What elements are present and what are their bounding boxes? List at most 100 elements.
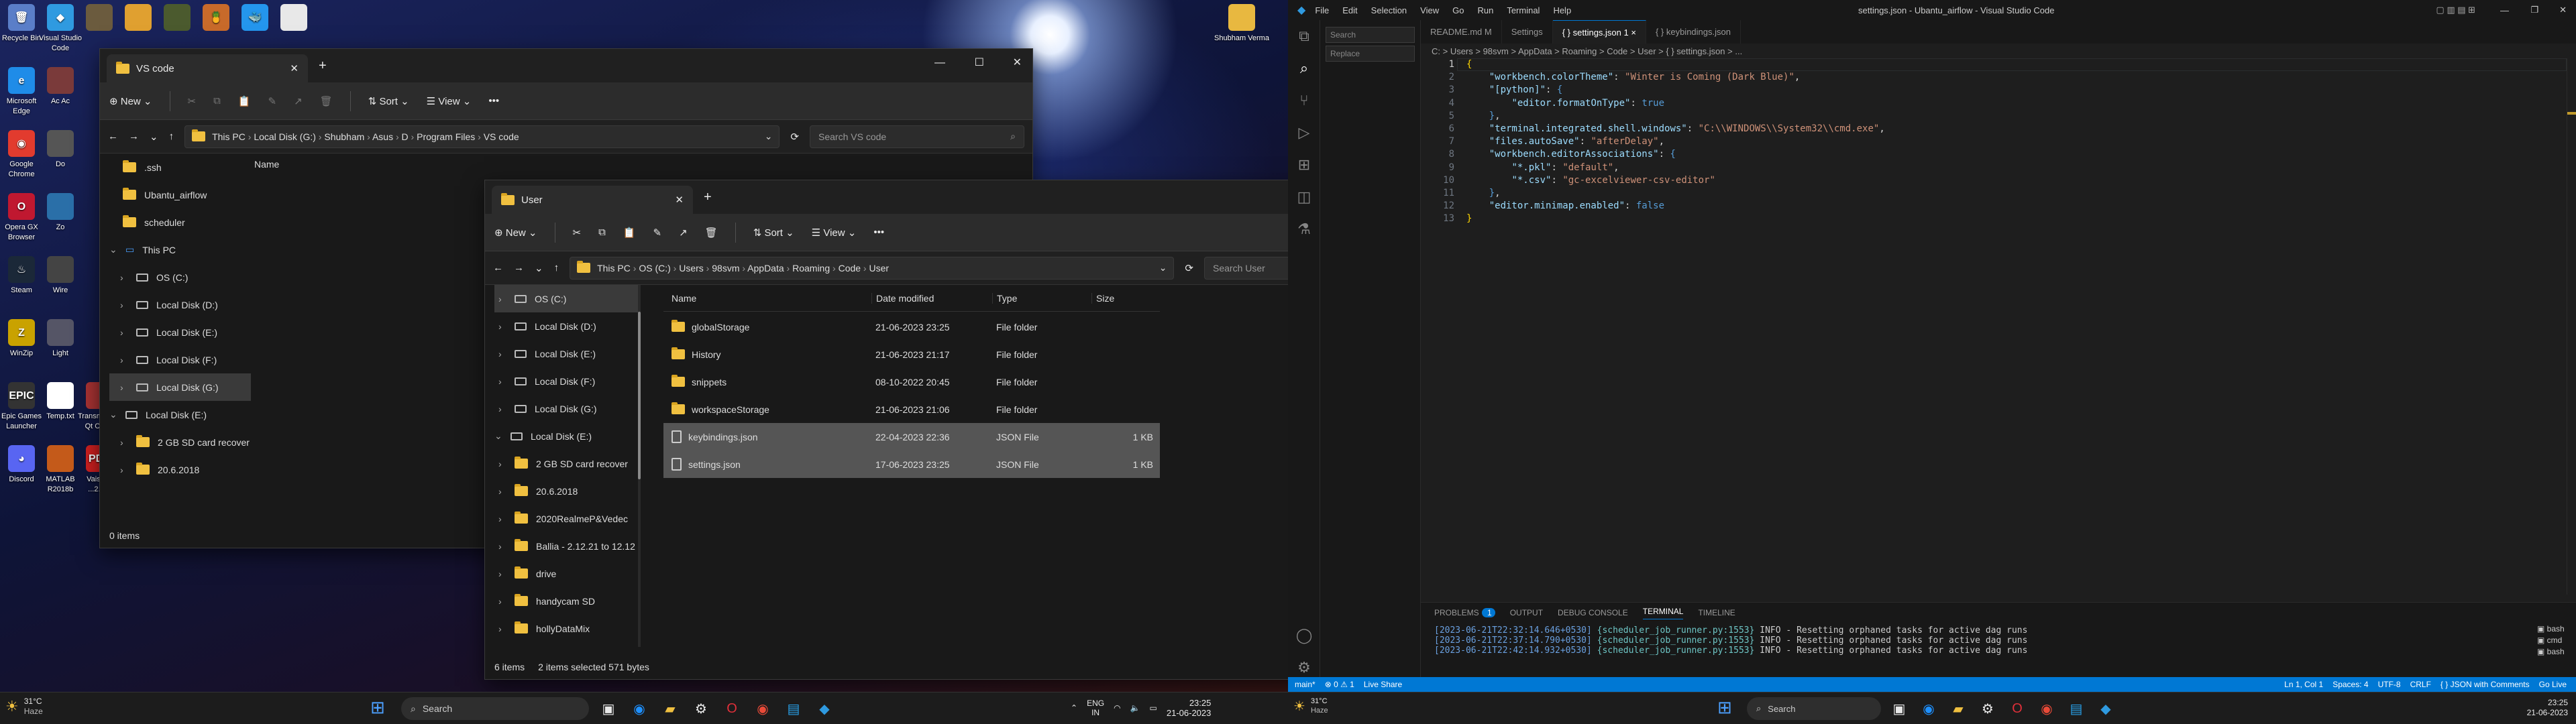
code-line[interactable]: "editor.minimap.enabled": false — [1466, 200, 1664, 213]
status-item[interactable]: Ln 1, Col 1 — [2284, 680, 2323, 689]
tray-overflow-icon[interactable]: ⌃ — [1071, 703, 1077, 713]
code-line[interactable]: "[python]": { — [1466, 84, 1563, 97]
restore-icon[interactable]: ❐ — [2530, 5, 2538, 15]
chevron-icon[interactable]: › — [498, 541, 506, 552]
desktop-icon[interactable]: Z WinZip — [0, 319, 43, 359]
column-size[interactable]: Size — [1091, 292, 1159, 304]
start-icon[interactable]: ⊞ — [370, 697, 385, 718]
search-input[interactable]: Search User⌕ — [1204, 256, 1288, 280]
chevron-icon[interactable]: › — [498, 514, 506, 524]
settings-icon[interactable]: ⚙ — [1976, 697, 1999, 720]
navigation-pane[interactable]: › OS (C:) › Local Disk (D:) › Local Disk (E:)… — [485, 285, 638, 647]
chevron-icon[interactable]: ⌄ — [109, 409, 117, 420]
nav-item[interactable]: › handycam SD — [494, 587, 638, 615]
chevron-icon[interactable]: › — [498, 623, 506, 634]
source-control-icon[interactable]: ⑂ — [1288, 84, 1320, 117]
nav-item[interactable]: › Local Disk (G:) — [109, 373, 251, 401]
terminal-instance[interactable]: ▣ bash — [2537, 624, 2575, 634]
breadcrumb-item[interactable]: VS code — [484, 131, 519, 142]
nav-item[interactable]: .ssh — [109, 154, 251, 181]
layout-icons[interactable]: ▢ ▥ ▤ ⊞ — [2436, 5, 2475, 15]
nav-item[interactable]: › Local Disk (E:) — [109, 318, 251, 346]
explorer-window-user[interactable]: User ✕ + — ☐ ✕ ⊕ New ⌄ ✂ ⧉ 📋 ✎ ↗ 🗑 ⇅ Sor… — [484, 180, 1288, 680]
desktop-icon[interactable]: ♨ Steam — [0, 256, 43, 296]
back-icon[interactable]: ← — [493, 262, 503, 274]
desktop-icon[interactable]: Shubham Verma — [1212, 4, 1272, 44]
status-item[interactable]: Go Live — [2539, 680, 2567, 689]
maximize-icon[interactable]: ☐ — [975, 56, 984, 69]
address-dropdown-icon[interactable]: ⌄ — [1159, 262, 1167, 274]
desktop-icon[interactable]: EPIC Epic Games Launcher — [0, 382, 43, 432]
desktop-icon[interactable]: Light — [39, 319, 82, 359]
chevron-icon[interactable]: › — [120, 300, 128, 310]
nav-item[interactable]: › drive — [494, 560, 638, 587]
desktop-icon[interactable] — [156, 4, 199, 34]
share-icon[interactable]: ↗ — [679, 227, 688, 239]
lang-code[interactable]: ENG — [1087, 699, 1104, 708]
desktop-icon[interactable]: 🗑 Recycle Bin — [0, 4, 43, 44]
tab-close-icon[interactable]: ✕ — [675, 194, 684, 206]
editor-scrollbar[interactable] — [2567, 58, 2576, 595]
delete-icon[interactable]: 🗑 — [705, 227, 718, 239]
task-view-icon[interactable]: ▣ — [597, 697, 620, 720]
delete-icon[interactable]: 🗑 — [320, 95, 333, 107]
chevron-icon[interactable]: › — [498, 596, 506, 607]
desktop-icon[interactable]: Temp.txt — [39, 382, 82, 422]
vscode-icon[interactable]: ◆ — [813, 697, 836, 720]
search-field[interactable]: Search — [1326, 27, 1415, 43]
chevron-icon[interactable]: › — [498, 459, 506, 469]
panel-tab[interactable]: PROBLEMS 1 — [1434, 608, 1495, 617]
breadcrumb-item[interactable]: Code — [839, 263, 861, 274]
desktop-icon[interactable]: e Microsoft Edge — [0, 67, 43, 117]
paste-icon[interactable]: 📋 — [623, 227, 636, 239]
chevron-icon[interactable]: › — [498, 376, 506, 387]
code-line[interactable]: "terminal.integrated.shell.windows": "C:… — [1466, 123, 1885, 135]
code-line[interactable]: "*.pkl": "default", — [1466, 162, 1619, 174]
chrome-profile-icon[interactable]: ◉ — [2035, 697, 2058, 720]
testing-icon[interactable]: ⚗ — [1288, 213, 1320, 245]
tab-close-icon[interactable]: ✕ — [290, 62, 299, 74]
copy-icon[interactable]: ⧉ — [598, 227, 606, 238]
breadcrumb-item[interactable]: Asus — [372, 131, 393, 142]
file-row[interactable]: settings.json 17-06-2023 23:25 JSON File 1 … — [663, 450, 1160, 478]
column-name[interactable]: Name — [254, 159, 279, 170]
more-icon[interactable]: ••• — [488, 95, 499, 107]
breadcrumb-item[interactable]: Roaming — [792, 263, 830, 274]
explorer-icon[interactable]: ⧉ — [1288, 20, 1320, 52]
refresh-icon[interactable]: ⟳ — [1185, 262, 1193, 274]
desktop-icon[interactable]: ◕ Discord — [0, 445, 43, 485]
panel-tab[interactable]: DEBUG CONSOLE — [1558, 608, 1628, 617]
chevron-icon[interactable]: › — [120, 272, 128, 283]
desktop-icon[interactable]: MATLAB R2018b — [39, 445, 82, 495]
code-line[interactable]: "*.csv": "gc-excelviewer-csv-editor" — [1466, 174, 1715, 187]
chevron-icon[interactable]: ⌄ — [109, 244, 117, 255]
panel-tab[interactable]: TERMINAL — [1642, 607, 1684, 619]
chevron-icon[interactable]: › — [498, 568, 506, 579]
cut-icon[interactable]: ✂ — [188, 95, 197, 107]
menu-item[interactable]: Edit — [1342, 5, 1357, 15]
nav-item[interactable]: › Local Disk (G:) — [494, 395, 638, 422]
nav-item[interactable]: scheduler — [109, 208, 251, 236]
nav-item[interactable]: ⌄ Local Disk (E:) — [109, 401, 251, 428]
weather-widget[interactable]: ☀ 31°C Haze — [5, 697, 43, 717]
column-type[interactable]: Type — [992, 292, 1091, 304]
breadcrumb-item[interactable]: D — [402, 131, 409, 142]
status-item[interactable]: { } JSON with Comments — [2440, 680, 2530, 689]
breadcrumb-item[interactable]: OS (C:) — [639, 263, 670, 274]
status-item[interactable]: main* — [1295, 680, 1316, 689]
code-line[interactable]: { — [1466, 58, 1472, 71]
file-row[interactable]: snippets 08-10-2022 20:45 File folder — [663, 368, 1160, 396]
search-icon[interactable]: ⌕ — [1288, 52, 1320, 84]
view-button[interactable]: ☰ View ⌄ — [812, 227, 857, 239]
tab-user[interactable]: User ✕ — [492, 186, 693, 214]
copy-icon[interactable]: ⧉ — [213, 95, 221, 107]
column-name[interactable]: Name — [663, 293, 871, 304]
nav-item[interactable]: ⌄ Local Disk (E:) — [494, 422, 638, 450]
desktop-icon[interactable]: 🐳 — [233, 4, 276, 34]
rename-icon[interactable]: ✎ — [268, 95, 277, 107]
nav-item[interactable]: › Local Disk (E:) — [494, 340, 638, 367]
recent-icon[interactable]: ⌄ — [535, 262, 543, 274]
weather-widget[interactable]: ☀ 31°C Haze — [1293, 697, 1328, 715]
code-line[interactable]: }, — [1466, 110, 1501, 123]
editor-tab[interactable]: README.md M — [1421, 20, 1502, 44]
